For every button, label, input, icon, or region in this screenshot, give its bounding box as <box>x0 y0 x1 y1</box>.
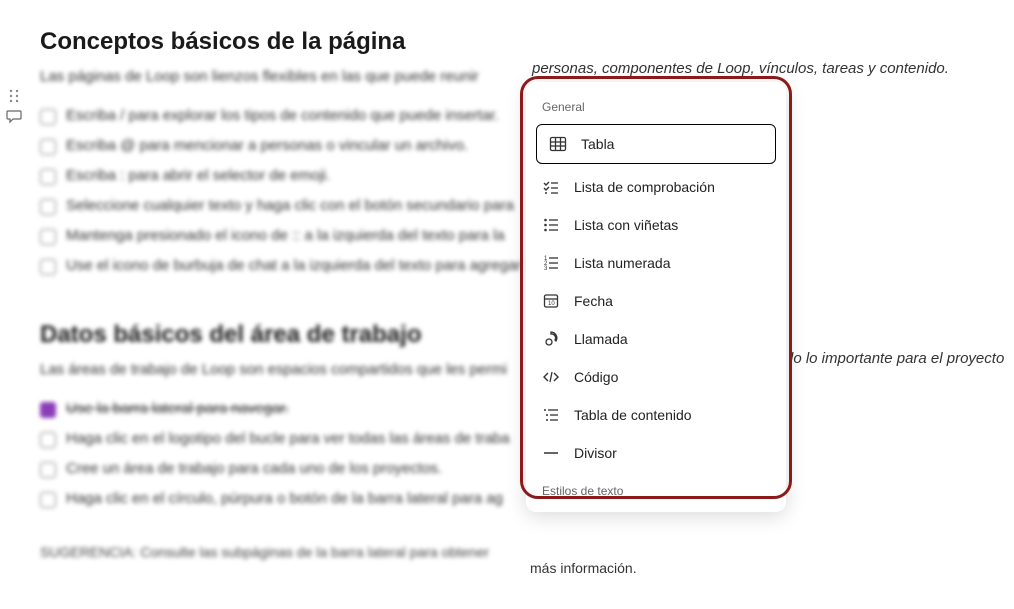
numbered-list-icon: 123 <box>542 254 560 272</box>
page-title-2: Datos básicos del área de trabajo <box>40 321 974 349</box>
menu-item-label: Llamada <box>574 331 628 347</box>
page-title-1: Conceptos básicos de la página <box>40 28 974 56</box>
menu-item-label: Lista numerada <box>574 255 671 271</box>
table-icon <box>549 135 567 153</box>
list-item-label: Escriba : para abrir el selector de emoj… <box>66 167 330 184</box>
intro-trailing-2: lo lo importante para el proyecto <box>790 350 1004 367</box>
menu-section-styles: Estilos de texto <box>526 478 786 504</box>
checkbox-icon[interactable] <box>40 402 56 418</box>
list-item[interactable]: Haga clic en el círculo, púrpura o botón… <box>40 484 974 514</box>
suggestion-trailing: más información. <box>530 560 637 576</box>
list-item[interactable]: Cree un área de trabajo para cada uno de… <box>40 454 974 484</box>
menu-item-divisor[interactable]: Divisor <box>526 434 786 472</box>
menu-section-general: General <box>526 94 786 120</box>
menu-item-llamada[interactable]: Llamada <box>526 320 786 358</box>
menu-item-label: Tabla de contenido <box>574 407 692 423</box>
list-item-label: Use la barra lateral para navegar. <box>66 400 289 417</box>
list-item[interactable]: Seleccione cualquier texto y haga clic c… <box>40 191 974 221</box>
menu-item-codigo[interactable]: Código <box>526 358 786 396</box>
list-item[interactable]: Escriba / para explorar los tipos de con… <box>40 101 974 131</box>
drag-handle-icon[interactable] <box>6 88 22 104</box>
list-item-label: Escriba @ para mencionar a personas o vi… <box>66 137 468 154</box>
toc-icon <box>542 406 560 424</box>
list-item-label: Mantenga presionado el icono de :: a la … <box>66 227 505 244</box>
menu-item-tabla[interactable]: Tabla <box>536 124 776 164</box>
code-icon <box>542 368 560 386</box>
list-item-label: Use el icono de burbuja de chat a la izq… <box>66 257 521 274</box>
menu-item-label: Lista con viñetas <box>574 217 678 233</box>
list-item-label: Seleccione cualquier texto y haga clic c… <box>66 197 514 214</box>
menu-item-label: Divisor <box>574 445 617 461</box>
list-item[interactable]: Use la barra lateral para navegar. <box>40 394 974 424</box>
checkbox-icon[interactable] <box>40 199 56 215</box>
list-item-label: Cree un área de trabajo para cada uno de… <box>66 460 442 477</box>
menu-item-toc[interactable]: Tabla de contenido <box>526 396 786 434</box>
menu-item-label: Tabla <box>581 136 614 152</box>
date-icon: 10 <box>542 292 560 310</box>
menu-item-label: Lista de comprobación <box>574 179 715 195</box>
list-item[interactable]: Use el icono de burbuja de chat a la izq… <box>40 251 974 281</box>
svg-text:3: 3 <box>544 266 548 272</box>
checkbox-icon[interactable] <box>40 432 56 448</box>
checkbox-icon[interactable] <box>40 462 56 478</box>
menu-item-checklist[interactable]: Lista de comprobación <box>526 168 786 206</box>
insert-menu[interactable]: General Tabla Lista de comprobación List… <box>526 82 786 512</box>
divider-icon <box>542 444 560 462</box>
comment-icon[interactable] <box>6 108 22 124</box>
checkbox-icon[interactable] <box>40 259 56 275</box>
menu-item-numbered-list[interactable]: 123 Lista numerada <box>526 244 786 282</box>
checkbox-icon[interactable] <box>40 229 56 245</box>
svg-text:10: 10 <box>548 301 555 307</box>
menu-item-bullet-list[interactable]: Lista con viñetas <box>526 206 786 244</box>
checkbox-icon[interactable] <box>40 492 56 508</box>
list-item-label: Escriba / para explorar los tipos de con… <box>66 107 499 124</box>
checkbox-icon[interactable] <box>40 109 56 125</box>
menu-item-fecha[interactable]: 10 Fecha <box>526 282 786 320</box>
suggestion-text: SUGERENCIA: Consulte las subpáginas de l… <box>40 544 974 560</box>
list-item-label: Haga clic en el logotipo del bucle para … <box>66 430 510 447</box>
checklist-icon <box>542 178 560 196</box>
bullet-list-icon <box>542 216 560 234</box>
checkbox-icon[interactable] <box>40 169 56 185</box>
list-item[interactable]: Haga clic en el logotipo del bucle para … <box>40 424 974 454</box>
list-item-label: Haga clic en el círculo, púrpura o botón… <box>66 490 503 507</box>
call-icon <box>542 330 560 348</box>
intro-trailing-1: personas, componentes de Loop, vínculos,… <box>532 60 949 77</box>
menu-item-label: Código <box>574 369 618 385</box>
menu-item-label: Fecha <box>574 293 613 309</box>
list-item[interactable]: Escriba @ para mencionar a personas o vi… <box>40 131 974 161</box>
list-item[interactable]: Escriba : para abrir el selector de emoj… <box>40 161 974 191</box>
list-item[interactable]: Mantenga presionado el icono de :: a la … <box>40 221 974 251</box>
checkbox-icon[interactable] <box>40 139 56 155</box>
